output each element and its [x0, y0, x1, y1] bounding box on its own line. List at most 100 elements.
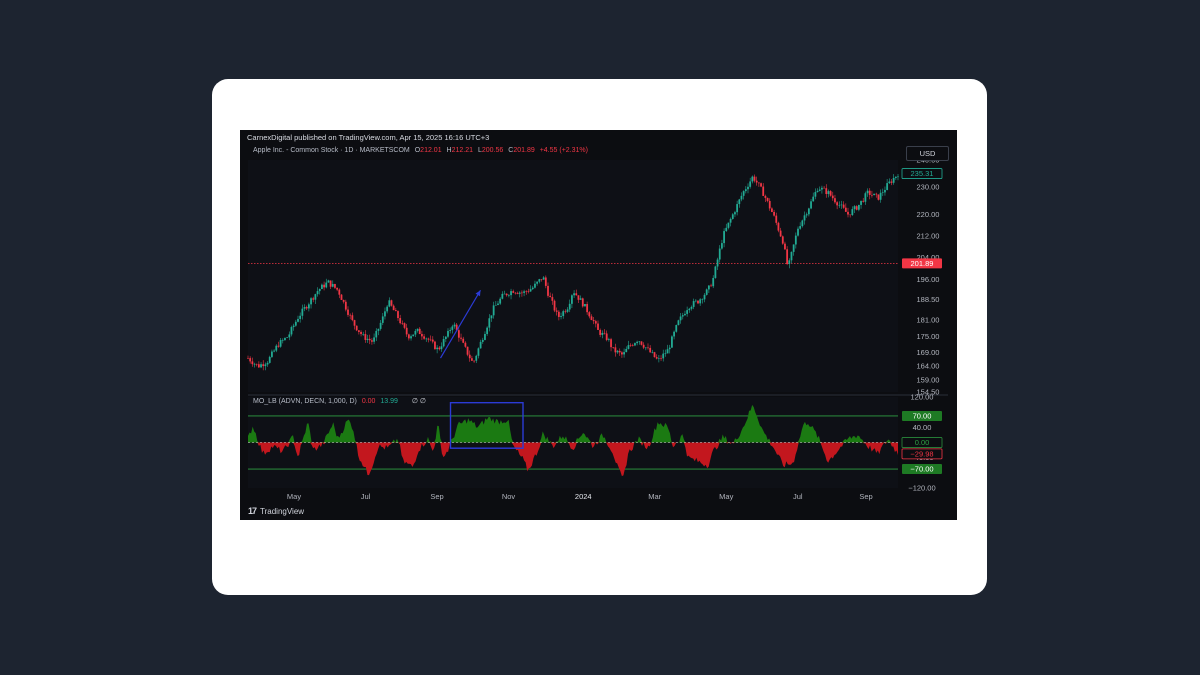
candle-body	[568, 303, 571, 310]
candle-body	[271, 351, 273, 357]
time-axis-tick: Nov	[502, 492, 516, 501]
candle-body	[644, 347, 647, 349]
candle-body	[814, 192, 817, 197]
candle-body	[597, 323, 599, 330]
candle-body	[877, 194, 880, 200]
candle-body	[486, 327, 489, 335]
candle-body	[501, 293, 504, 299]
candle-body	[453, 324, 456, 327]
candle-body	[336, 287, 339, 290]
candle-body	[477, 348, 480, 356]
candle-body	[868, 190, 871, 195]
candle-body	[894, 176, 897, 178]
candle-body	[457, 330, 460, 338]
candle-body	[423, 336, 425, 339]
candle-body	[592, 320, 595, 322]
candle-body	[410, 336, 412, 339]
candle-body	[438, 347, 441, 350]
price-axis-tick: 188.50	[917, 295, 940, 304]
candle-body	[434, 341, 436, 350]
candle-body	[594, 321, 597, 324]
candle-body	[344, 301, 347, 310]
candle-body	[403, 323, 406, 328]
candle-body	[266, 362, 269, 365]
candle-body	[729, 218, 732, 223]
candle-body	[718, 248, 721, 260]
candle-body	[544, 277, 547, 286]
candle-body	[801, 220, 804, 227]
candle-body	[642, 344, 645, 348]
candle-body	[377, 328, 380, 331]
candle-body	[471, 358, 473, 361]
candle-body	[621, 352, 623, 355]
candle-body	[781, 236, 784, 244]
candle-body	[777, 222, 780, 231]
candle-body	[436, 347, 439, 350]
candle-body	[421, 334, 423, 337]
candle-body	[762, 186, 765, 196]
candle-body	[773, 211, 775, 216]
candle-body	[340, 294, 343, 300]
candle-body	[375, 330, 378, 338]
candle-body	[588, 312, 591, 317]
candle-body	[299, 315, 302, 319]
indicator-name: MO_LB (ADVN, DECN, 1,000, D)	[253, 398, 357, 405]
candle-body	[534, 283, 536, 288]
candle-body	[744, 189, 747, 192]
candle-body	[647, 347, 649, 349]
candle-body	[651, 352, 654, 353]
candle-body	[381, 316, 384, 323]
candle-body	[881, 192, 884, 193]
candle-body	[573, 293, 575, 296]
candle-body	[873, 193, 875, 196]
candle-body	[788, 260, 791, 264]
publisher-header: CarnexDigital published on TradingView.c…	[247, 133, 490, 142]
candle-body	[373, 337, 375, 342]
candle-body	[529, 289, 532, 292]
price-axis-tick: 212.00	[917, 231, 940, 240]
oscillator-level-label: 70.00	[913, 411, 932, 420]
candle-body	[425, 338, 428, 340]
tradingview-brand: TradingView	[260, 506, 305, 516]
candle-body	[614, 347, 617, 353]
legend-high: 212.21	[451, 147, 474, 154]
candle-body	[305, 307, 308, 309]
candle-body	[686, 310, 689, 314]
candle-body	[557, 311, 560, 317]
candle-body	[249, 358, 252, 362]
time-axis-tick: Sep	[430, 492, 443, 501]
candle-body	[699, 299, 702, 304]
candle-body	[273, 350, 275, 352]
candle-body	[710, 285, 712, 287]
candle-body	[277, 345, 280, 347]
candle-body	[838, 204, 841, 206]
candle-body	[281, 340, 284, 341]
price-axis-tick: 181.00	[917, 316, 940, 325]
candle-body	[275, 345, 278, 351]
candle-body	[442, 339, 445, 347]
indicator-value-1: 0.00	[361, 398, 376, 405]
candle-body	[329, 280, 332, 287]
candle-body	[507, 295, 510, 296]
candle-body	[540, 279, 543, 280]
candle-body	[473, 360, 475, 362]
candle-body	[503, 293, 506, 295]
currency-button[interactable]: USD	[906, 146, 949, 161]
candle-body	[523, 291, 525, 293]
chart-canvas[interactable]: 240.00230.00220.00212.00204.00196.00188.…	[240, 130, 957, 520]
candle-body	[734, 212, 736, 215]
legend-change: +4.55 (+2.31%)	[539, 147, 588, 154]
candle-body	[607, 339, 610, 340]
candle-body	[803, 215, 806, 221]
candle-body	[871, 194, 873, 196]
candle-body	[694, 300, 697, 302]
candle-body	[268, 356, 271, 363]
candle-body	[255, 363, 258, 365]
candle-body	[836, 202, 839, 206]
candle-body	[864, 193, 867, 202]
symbol-title: Apple Inc. - Common Stock · 1D · MARKETS…	[253, 147, 410, 154]
candle-body	[631, 345, 634, 346]
candle-body	[481, 339, 484, 342]
candle-body	[681, 315, 684, 317]
candle-body	[357, 330, 360, 332]
